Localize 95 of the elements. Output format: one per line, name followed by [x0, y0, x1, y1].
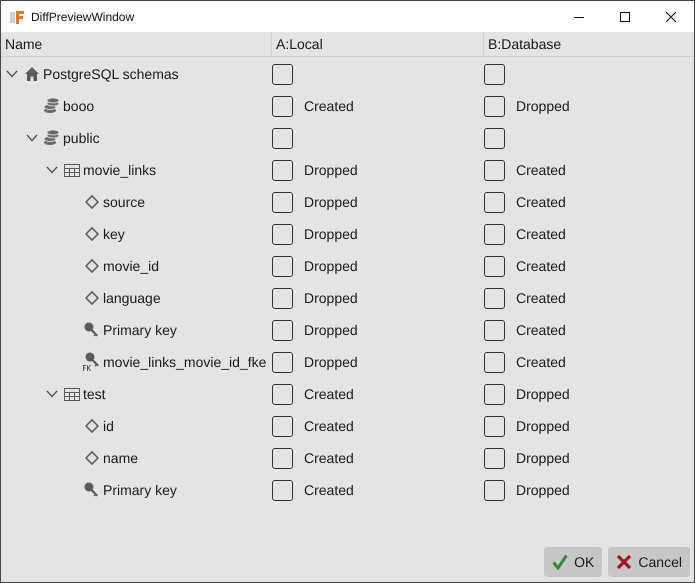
- status-text: Created: [516, 320, 566, 340]
- tree-item-label[interactable]: Primary key: [103, 320, 177, 340]
- database-icon: [43, 97, 61, 115]
- database-icon: [43, 129, 61, 147]
- checkbox[interactable]: [484, 96, 505, 116]
- status-text: Created: [304, 384, 354, 404]
- status-text: Dropped: [516, 384, 570, 404]
- checkbox[interactable]: [484, 384, 505, 404]
- checkbox[interactable]: [272, 384, 293, 404]
- checkbox[interactable]: [484, 160, 505, 180]
- checkbox[interactable]: [272, 192, 293, 212]
- tree-item-label[interactable]: key: [103, 224, 125, 244]
- table-icon: [64, 164, 80, 176]
- status-text: Dropped: [304, 256, 358, 276]
- collapse-chevron-icon[interactable]: [46, 166, 58, 174]
- checkbox[interactable]: [272, 288, 293, 308]
- checkbox[interactable]: [484, 352, 505, 372]
- window-title: DiffPreviewWindow: [31, 8, 134, 26]
- status-text: Dropped: [516, 96, 570, 116]
- status-text: Created: [304, 480, 354, 500]
- column-header[interactable]: Name: [1, 32, 272, 56]
- diamond-icon: [85, 291, 99, 305]
- diamond-icon: [85, 259, 99, 273]
- tree-item-label[interactable]: movie_links: [83, 160, 156, 180]
- checkbox[interactable]: [272, 416, 293, 436]
- checkbox[interactable]: [272, 224, 293, 244]
- tree-item-label[interactable]: movie_id: [103, 256, 160, 276]
- checkbox[interactable]: [272, 480, 293, 500]
- close-icon: [616, 554, 632, 570]
- status-text: Dropped: [516, 480, 570, 500]
- app-logo-icon: [9, 8, 25, 24]
- tree-item-label[interactable]: movie_links_movie_id_fke: [103, 352, 266, 372]
- collapse-chevron-icon[interactable]: [6, 70, 18, 78]
- checkbox[interactable]: [272, 320, 293, 340]
- status-text: Created: [516, 192, 566, 212]
- foreign-key-icon: [83, 352, 101, 372]
- tree-item-label[interactable]: PostgreSQL schemas: [43, 64, 179, 84]
- status-text: Dropped: [516, 448, 570, 468]
- collapse-chevron-icon[interactable]: [46, 390, 58, 398]
- status-text: Created: [516, 160, 566, 180]
- table-icon: [64, 388, 80, 400]
- checkmark-icon: [552, 554, 568, 570]
- column-header[interactable]: B:Database: [484, 32, 694, 56]
- ok-button[interactable]: OK: [544, 547, 602, 577]
- tree-item-label[interactable]: Primary key: [103, 480, 177, 500]
- tree-item-label[interactable]: id: [103, 416, 114, 436]
- status-text: Dropped: [304, 352, 358, 372]
- checkbox[interactable]: [272, 160, 293, 180]
- diamond-icon: [85, 195, 99, 209]
- status-text: Dropped: [304, 192, 358, 212]
- checkbox[interactable]: [272, 64, 293, 84]
- checkbox[interactable]: [484, 256, 505, 276]
- status-text: Dropped: [516, 416, 570, 436]
- checkbox[interactable]: [484, 224, 505, 244]
- tree-item-label[interactable]: booo: [63, 96, 94, 116]
- diamond-icon: [85, 227, 99, 241]
- cancel-button[interactable]: Cancel: [608, 547, 690, 577]
- status-text: Dropped: [304, 288, 358, 308]
- status-text: Dropped: [304, 320, 358, 340]
- status-text: Created: [516, 352, 566, 372]
- maximize-icon[interactable]: [620, 12, 630, 22]
- column-header[interactable]: A:Local: [272, 32, 484, 56]
- checkbox[interactable]: [484, 192, 505, 212]
- checkbox[interactable]: [484, 416, 505, 436]
- checkbox[interactable]: [484, 288, 505, 308]
- checkbox[interactable]: [272, 96, 293, 116]
- status-text: Created: [304, 96, 354, 116]
- checkbox[interactable]: [484, 320, 505, 340]
- checkbox[interactable]: [272, 128, 293, 148]
- checkbox[interactable]: [484, 480, 505, 500]
- tree-item-label[interactable]: source: [103, 192, 146, 212]
- status-text: Dropped: [304, 160, 358, 180]
- key-icon: [84, 482, 100, 498]
- home-icon: [24, 66, 40, 82]
- status-text: Created: [516, 224, 566, 244]
- checkbox[interactable]: [484, 448, 505, 468]
- diamond-icon: [85, 451, 99, 465]
- status-text: Created: [516, 288, 566, 308]
- key-icon: [84, 322, 100, 338]
- checkbox[interactable]: [484, 128, 505, 148]
- checkbox[interactable]: [272, 256, 293, 276]
- tree-item-label[interactable]: public: [63, 128, 100, 148]
- tree-item-label[interactable]: name: [103, 448, 138, 468]
- checkbox[interactable]: [272, 448, 293, 468]
- status-text: Dropped: [304, 224, 358, 244]
- status-text: Created: [516, 256, 566, 276]
- tree-item-label[interactable]: language: [103, 288, 161, 308]
- close-icon[interactable]: [666, 12, 676, 22]
- tree-item-label[interactable]: test: [83, 384, 106, 404]
- checkbox[interactable]: [484, 64, 505, 84]
- status-text: Created: [304, 416, 354, 436]
- status-text: Created: [304, 448, 354, 468]
- diamond-icon: [85, 419, 99, 433]
- checkbox[interactable]: [272, 352, 293, 372]
- collapse-chevron-icon[interactable]: [26, 134, 38, 142]
